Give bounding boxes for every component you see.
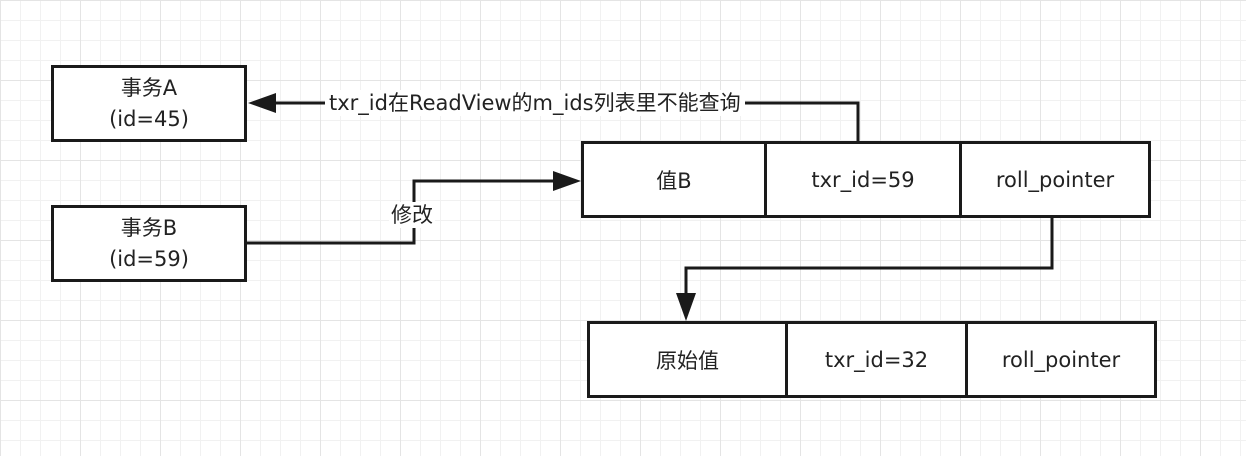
- transaction-b-name: 事务B: [120, 215, 178, 240]
- arrowhead-to-transaction-a: [248, 93, 276, 113]
- transaction-a-id: (id=45): [109, 106, 189, 131]
- cannot-query-label: txr_id在ReadView的m_ids列表里不能查询: [325, 90, 745, 116]
- record-value-b-roll-pointer: roll_pointer: [959, 144, 1148, 215]
- record-original-value-roll-pointer: roll_pointer: [965, 324, 1154, 395]
- arrowhead-to-value-b: [553, 171, 581, 191]
- record-original-value: 原始值 txr_id=32 roll_pointer: [587, 321, 1157, 398]
- roll-pointer-connector: [684, 218, 1054, 296]
- record-original-value-txr-id: txr_id=32: [785, 324, 965, 395]
- modify-label: 修改: [389, 202, 435, 228]
- arrowhead-to-original-value: [676, 293, 696, 321]
- record-value-b-txr-id: txr_id=59: [764, 144, 959, 215]
- transaction-a-box: 事务A (id=45): [51, 65, 247, 142]
- transaction-b-id: (id=59): [109, 246, 189, 271]
- record-value-b-value: 值B: [656, 168, 692, 193]
- record-original-value-value: 原始值: [656, 348, 719, 373]
- record-value-b: 值B txr_id=59 roll_pointer: [581, 141, 1151, 218]
- transaction-b-box: 事务B (id=59): [51, 205, 247, 282]
- transaction-a-name: 事务A: [120, 75, 178, 100]
